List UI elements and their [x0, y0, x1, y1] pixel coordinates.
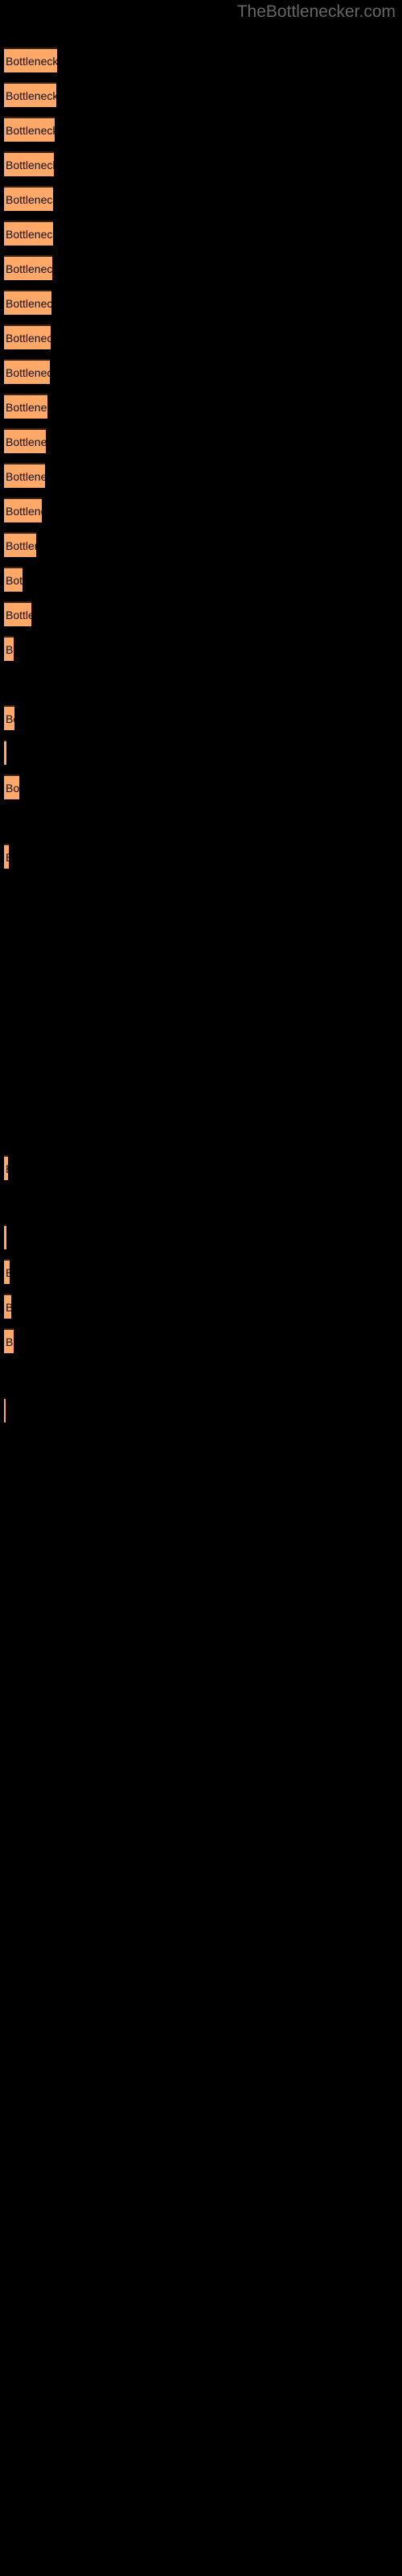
bar-label: Bottleneck result	[6, 608, 31, 621]
bar-row: Bottleneck result	[4, 774, 19, 799]
bar-row: Bottleneck result	[4, 567, 23, 592]
bar-label: Bottleneck result	[6, 1301, 11, 1314]
bar-label: Bottleneck result	[6, 365, 50, 379]
bar[interactable]: Bottleneck result	[4, 1155, 8, 1180]
bar[interactable]: Bottleneck result	[4, 705, 14, 730]
bar[interactable]: Bottleneck result	[4, 221, 53, 246]
bar-row: Bottleneck result	[4, 1328, 14, 1353]
bar-chart-plot-area: Bottleneck result Bottleneck result Bottle…	[0, 0, 402, 2576]
bar[interactable]: Bottleneck result	[4, 740, 6, 765]
bar-row: Bottleneck result	[4, 532, 36, 557]
bar-label: Bottleneck result	[6, 504, 42, 518]
bar[interactable]: Bottleneck result	[4, 567, 23, 592]
bar-label: Bottleneck result	[6, 781, 19, 795]
bar-row: Bottleneck result	[4, 1259, 10, 1284]
bar-label: Bottleneck result	[6, 435, 46, 448]
bar[interactable]: Bottleneck result	[4, 463, 45, 488]
bar[interactable]: Bottleneck result	[4, 255, 52, 280]
bar-row: Bottleneck result	[4, 844, 9, 869]
bar-label: Bottleneck result	[6, 712, 14, 725]
bar[interactable]: Bottleneck result	[4, 1294, 11, 1319]
bar-row: Bottleneck result	[4, 255, 52, 280]
bar-label: Bottleneck result	[6, 400, 47, 414]
bar-label: Bottleneck result	[6, 1335, 14, 1348]
bar-label: Bottleneck result	[6, 296, 51, 310]
bar[interactable]: Bottleneck result	[4, 844, 9, 869]
bar[interactable]: Bottleneck result	[4, 428, 46, 453]
bar[interactable]: Bottleneck result	[4, 151, 54, 176]
bar[interactable]: Bottleneck result	[4, 290, 51, 315]
bar-row: Bottleneck result	[4, 497, 42, 522]
bar-row: Bottleneck result	[4, 1155, 8, 1180]
bar[interactable]: Bottleneck result	[4, 497, 42, 522]
bar-row: Bottleneck result	[4, 636, 14, 661]
bar[interactable]: Bottleneck result	[4, 1224, 6, 1249]
bar[interactable]: Bottleneck result	[4, 1259, 10, 1284]
bar-label: Bottleneck result	[6, 851, 9, 864]
bar[interactable]: Bottleneck result	[4, 47, 57, 72]
bar-row: Bottleneck result	[4, 601, 31, 626]
bar[interactable]: Bottleneck result	[4, 532, 36, 557]
bar-row: Bottleneck result	[4, 359, 50, 384]
bar-row: Bottleneck result	[4, 428, 46, 453]
bar[interactable]: Bottleneck result	[4, 636, 14, 661]
bar-label: Bottleneck result	[6, 331, 51, 345]
bar-row: Bottleneck result	[4, 151, 54, 176]
bar-label: Bottleneck result	[6, 262, 52, 275]
bar[interactable]: Bottleneck result	[4, 117, 55, 142]
bar[interactable]: Bottleneck result	[4, 601, 31, 626]
bar[interactable]: Bottleneck result	[4, 359, 50, 384]
bar-label: Bottleneck result	[6, 642, 14, 656]
bar-row: Bottleneck result	[4, 394, 47, 419]
bar-row: Bottleneck result	[4, 82, 56, 107]
bar-row: Bottleneck result	[4, 1397, 6, 1422]
bar-label: Bottleneck result	[6, 1266, 10, 1279]
bar-label: Bottleneck result	[6, 227, 53, 241]
bar[interactable]: Bottleneck result	[4, 324, 51, 349]
bar-row: Bottleneck result	[4, 324, 51, 349]
bar-row: Bottleneck result	[4, 740, 6, 765]
bar-label: Bottleneck result	[6, 54, 57, 68]
bar-row: Bottleneck result	[4, 221, 53, 246]
bar-row: Bottleneck result	[4, 705, 14, 730]
bar-label: Bottleneck result	[6, 192, 53, 206]
bar-label: Bottleneck result	[6, 469, 45, 483]
bar-row: Bottleneck result	[4, 47, 57, 72]
bar-row: Bottleneck result	[4, 186, 53, 211]
bar[interactable]: Bottleneck result	[4, 186, 53, 211]
bar-row: Bottleneck result	[4, 1224, 6, 1249]
bar-label: Bottleneck result	[6, 158, 54, 171]
bottleneck-chart-page: TheBottlenecker.com Bottleneck resultBot…	[0, 0, 402, 2576]
bar-label: Bottleneck result	[6, 1162, 8, 1175]
bar[interactable]: Bottleneck result	[4, 1397, 6, 1422]
bar-row: Bottleneck result	[4, 463, 45, 488]
bar-label: Bottleneck result	[6, 123, 55, 137]
bar-row: Bottleneck result	[4, 117, 55, 142]
bar-row: Bottleneck result	[4, 1294, 11, 1319]
bar[interactable]: Bottleneck result	[4, 394, 47, 419]
bar-label: Bottleneck result	[6, 539, 36, 552]
bar[interactable]: Bottleneck result	[4, 82, 56, 107]
bar[interactable]: Bottleneck result	[4, 774, 19, 799]
bar-label: Bottleneck result	[6, 89, 56, 102]
bar[interactable]: Bottleneck result	[4, 1328, 14, 1353]
bar-row: Bottleneck result	[4, 290, 51, 315]
bar-label: Bottleneck result	[6, 573, 23, 587]
